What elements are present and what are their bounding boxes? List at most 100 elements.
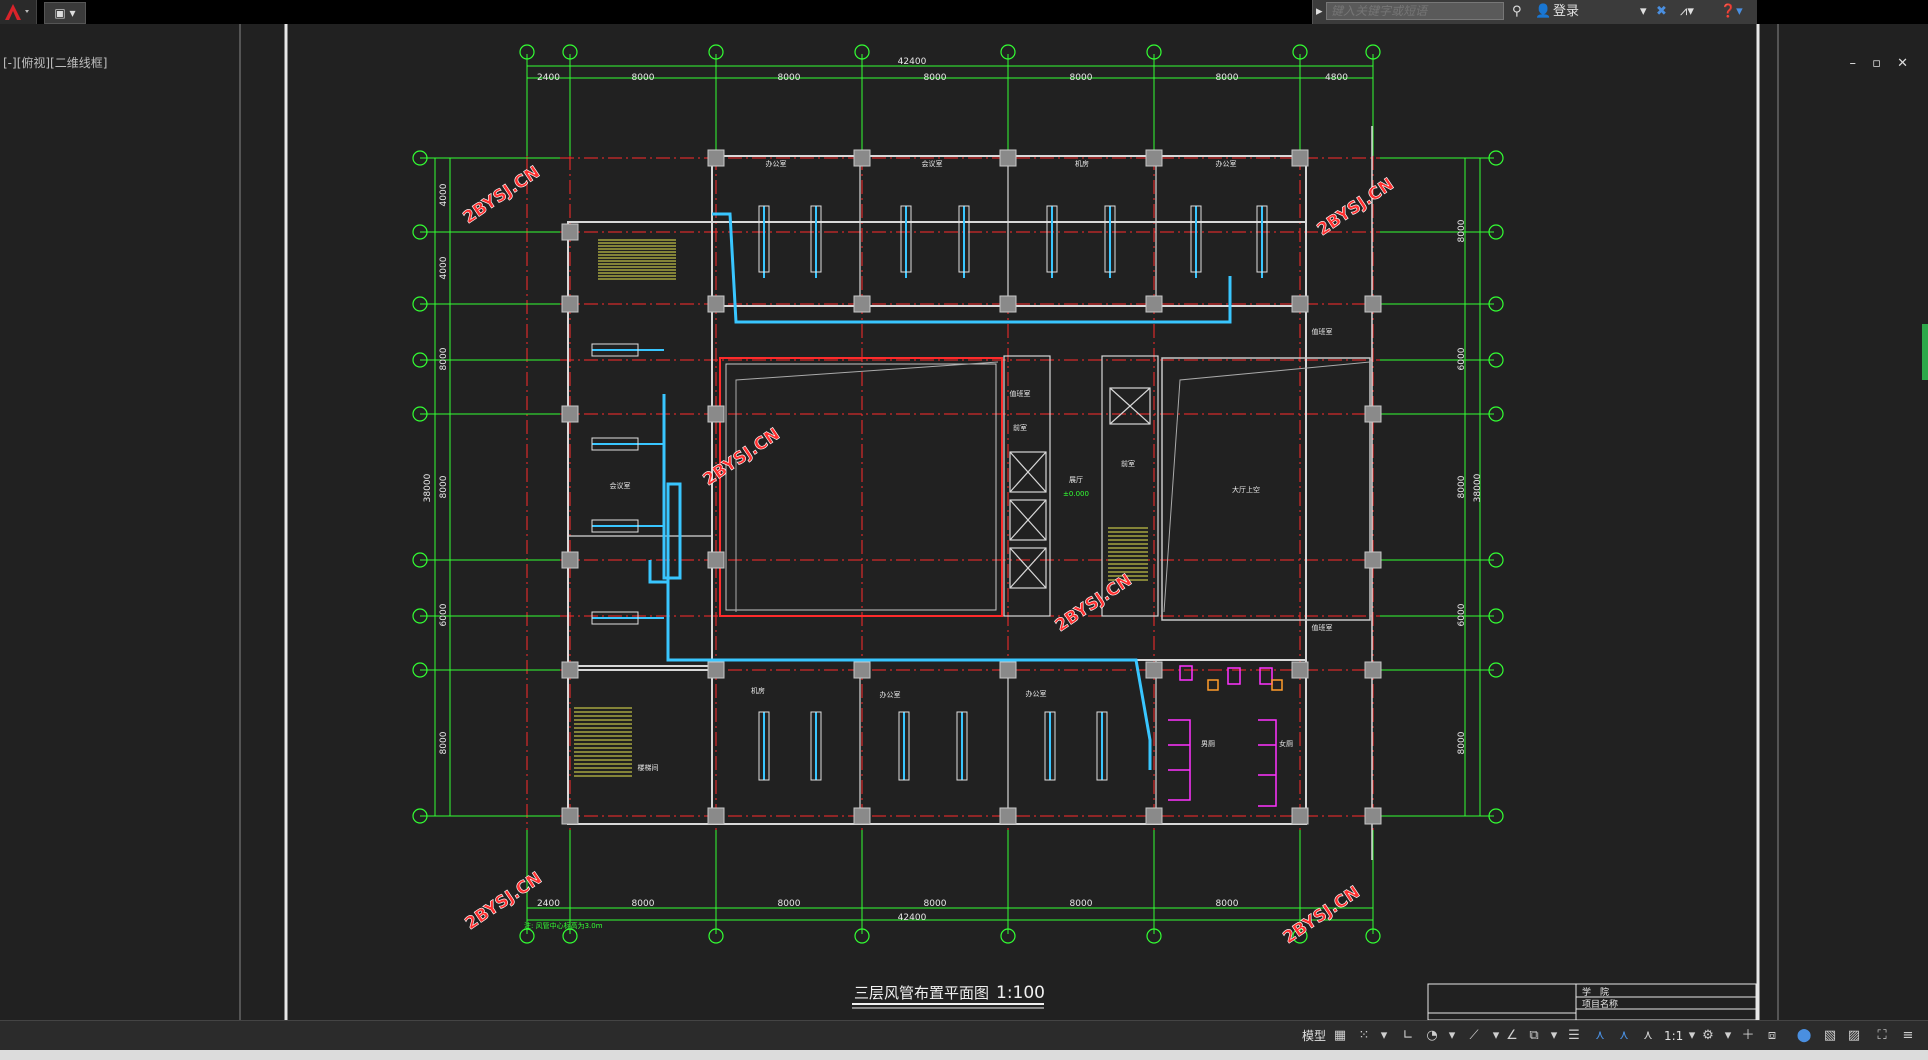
room-label: 值班室 (1312, 327, 1333, 336)
bay-dimension: 8000 (1070, 73, 1093, 83)
polar-icon[interactable]: ◔ (1424, 1028, 1440, 1044)
expand-arrow-icon[interactable]: ▸ (1316, 2, 1323, 22)
room-label: 楼梯间 (638, 763, 659, 772)
quick-access-toolbar[interactable]: ▣ ▾ (44, 2, 86, 24)
dims-left: 4000 4000 8000 8000 6000 8000 (439, 183, 449, 754)
help-icon[interactable]: ❓▾ (1720, 2, 1743, 22)
ortho-icon[interactable]: ∟ (1400, 1028, 1416, 1044)
column (1291, 661, 1309, 679)
chevron-down-icon[interactable]: ▾ (1640, 2, 1647, 22)
watermark-text: 2BYSJ.CN (1280, 882, 1364, 948)
title-block-project: 项目名称 (1582, 998, 1618, 1010)
gear-icon[interactable]: ⚙ (1700, 1028, 1716, 1044)
vertical-dimension: 6000 (1457, 347, 1467, 370)
chevron-down-icon[interactable]: ▾ (1488, 1028, 1504, 1044)
bay-dimension: 8000 (1216, 899, 1239, 909)
chevron-down-icon[interactable]: ▾ (1684, 1028, 1700, 1044)
plus-icon[interactable]: ＋ (1740, 1028, 1756, 1044)
window-controls[interactable]: – ▫ ✕ (1850, 56, 1914, 71)
title-bar: ▣ ▾ ▸ ⚲ 👤 登录 ▾ ✖ ⩘▾ ❓▾ (0, 0, 1928, 24)
chevron-down-icon[interactable]: ▾ (1546, 1028, 1562, 1044)
bay-dimension: 8000 (632, 73, 655, 83)
user-icon: 👤 (1535, 4, 1552, 19)
properties-icon[interactable]: ▧ (1822, 1028, 1838, 1044)
vertical-dimension: 4000 (439, 256, 449, 279)
column (1364, 807, 1382, 825)
axis-grid (420, 54, 1494, 934)
annotation-scale-icon[interactable]: ⋏ (1640, 1028, 1656, 1044)
angle-icon[interactable]: ∠ (1504, 1028, 1520, 1044)
bay-dimension: 2400 (537, 899, 560, 909)
column (561, 405, 579, 423)
title-block-school: 学 院 (1582, 986, 1609, 998)
air-diffusers (591, 205, 1268, 781)
column (853, 807, 871, 825)
exchange-icon[interactable]: ✖ (1656, 2, 1667, 22)
search-input[interactable] (1326, 2, 1504, 20)
app-menu-button[interactable] (0, 0, 37, 24)
watermark-text: 2BYSJ.CN (1052, 570, 1136, 636)
grid-icon[interactable]: ▦ (1332, 1028, 1348, 1044)
room-label: 前室 (1121, 459, 1135, 468)
vertical-dimension: 8000 (1457, 731, 1467, 754)
watermark-text: 2BYSJ.CN (460, 162, 544, 228)
drawing-canvas[interactable]: 42400 42400 2400 8000 8000 8000 8000 8000 4800… (0, 24, 1928, 1020)
atrium-inner-left (725, 363, 997, 611)
watermarks: 2BYSJ.CN 2BYSJ.CN 2BYSJ.CN 2BYSJ.CN 2BYS… (459, 162, 1398, 948)
drawing-title: 三层风管布置平面图 (854, 984, 989, 1002)
atrium-void-right (1161, 357, 1371, 621)
model-space-button[interactable]: 模型 (1302, 1026, 1326, 1046)
bay-dimension: 8000 (924, 73, 947, 83)
column (853, 661, 871, 679)
room-label: 男厕 (1201, 740, 1215, 748)
dim-total-bottom: 42400 (898, 913, 927, 923)
column (999, 295, 1017, 313)
room-label: 机房 (751, 686, 765, 695)
annotation-visibility-icon[interactable]: ⋏ (1616, 1028, 1632, 1044)
dimension-lines (434, 65, 1481, 921)
column (999, 661, 1017, 679)
column (707, 295, 725, 313)
column (999, 807, 1017, 825)
viewport-label[interactable]: [-][俯视][二维线框] (3, 54, 107, 71)
stairs (574, 239, 1148, 777)
column (1291, 295, 1309, 313)
chevron-down-icon[interactable]: ▾ (1720, 1028, 1736, 1044)
login-button[interactable]: 登录 (1553, 2, 1579, 22)
connect-icon[interactable]: ⩘▾ (1680, 2, 1694, 22)
level-mark: ±0.000 (1063, 490, 1089, 498)
bay-dimension: 8000 (778, 899, 801, 909)
duct-main (648, 212, 1232, 770)
clean-screen-icon[interactable]: ▨ (1846, 1028, 1862, 1044)
chevron-down-icon[interactable]: ▾ (1376, 1028, 1392, 1044)
column (853, 295, 871, 313)
chevron-down-icon[interactable]: ▾ (1444, 1028, 1460, 1044)
column (1291, 149, 1309, 167)
dimension-texts: 42400 42400 (898, 57, 927, 923)
workspace-icon[interactable]: ⧉ (1526, 1028, 1542, 1044)
room-label: 前室 (1013, 423, 1027, 432)
object-snap-icon[interactable]: ⟋ (1466, 1028, 1482, 1044)
vertical-dimension: 4000 (439, 183, 449, 206)
isolate-icon[interactable]: ⧈ (1764, 1028, 1780, 1044)
scrollbar-thumb[interactable] (1922, 324, 1928, 380)
column (707, 807, 725, 825)
column (1364, 661, 1382, 679)
vertical-dimension: 8000 (439, 347, 449, 370)
lineweight-icon[interactable]: ☰ (1566, 1028, 1582, 1044)
bay-dimension: 2400 (537, 73, 560, 83)
floor-plan-drawing[interactable]: 42400 42400 2400 8000 8000 8000 8000 8000 4800… (0, 24, 1928, 1020)
column (1364, 551, 1382, 569)
room-label: 会议室 (922, 159, 943, 168)
atrium-guide-right (1163, 361, 1371, 613)
annotation-icon[interactable]: ⋏ (1592, 1028, 1608, 1044)
scale-selector[interactable]: 1:1 (1664, 1026, 1683, 1046)
hardware-acceleration-icon[interactable]: ⬤ (1796, 1028, 1812, 1044)
binoculars-icon[interactable]: ⚲ (1512, 2, 1522, 22)
snap-icon[interactable]: ⁙ (1356, 1028, 1372, 1044)
floor-drain-icon (1271, 679, 1283, 691)
dim-total-top: 42400 (898, 57, 927, 67)
menu-icon[interactable]: ≡ (1900, 1028, 1916, 1044)
column (707, 405, 725, 423)
fullscreen-icon[interactable]: ⛶ (1874, 1028, 1890, 1044)
